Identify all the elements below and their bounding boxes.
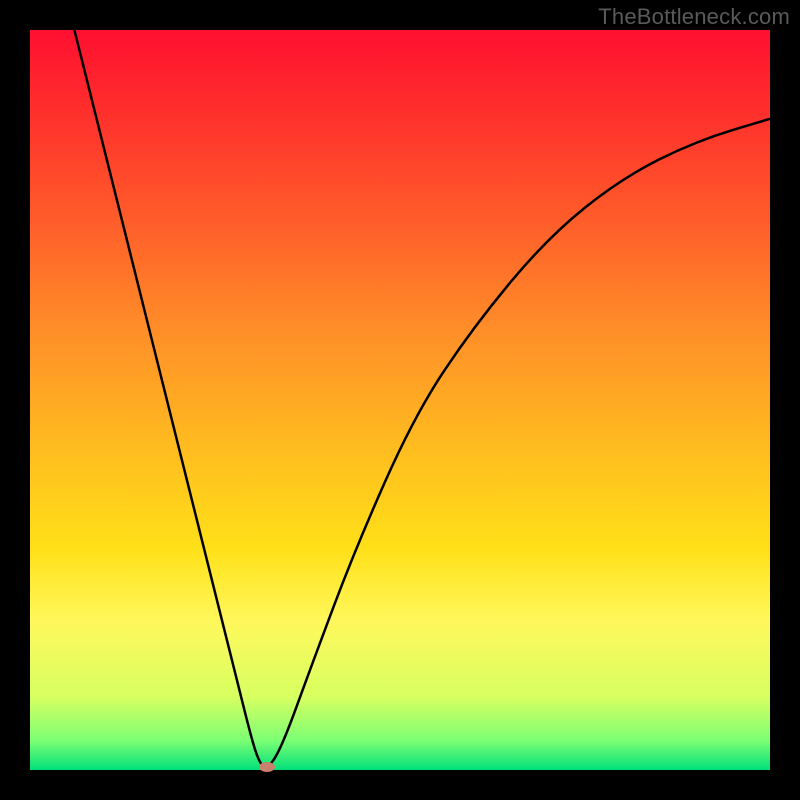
bottleneck-curve [30, 30, 770, 770]
watermark-text: TheBottleneck.com [598, 4, 790, 30]
plot-area [30, 30, 770, 770]
curve-path [74, 30, 770, 767]
vertex-marker [259, 762, 275, 772]
chart-frame: TheBottleneck.com [0, 0, 800, 800]
